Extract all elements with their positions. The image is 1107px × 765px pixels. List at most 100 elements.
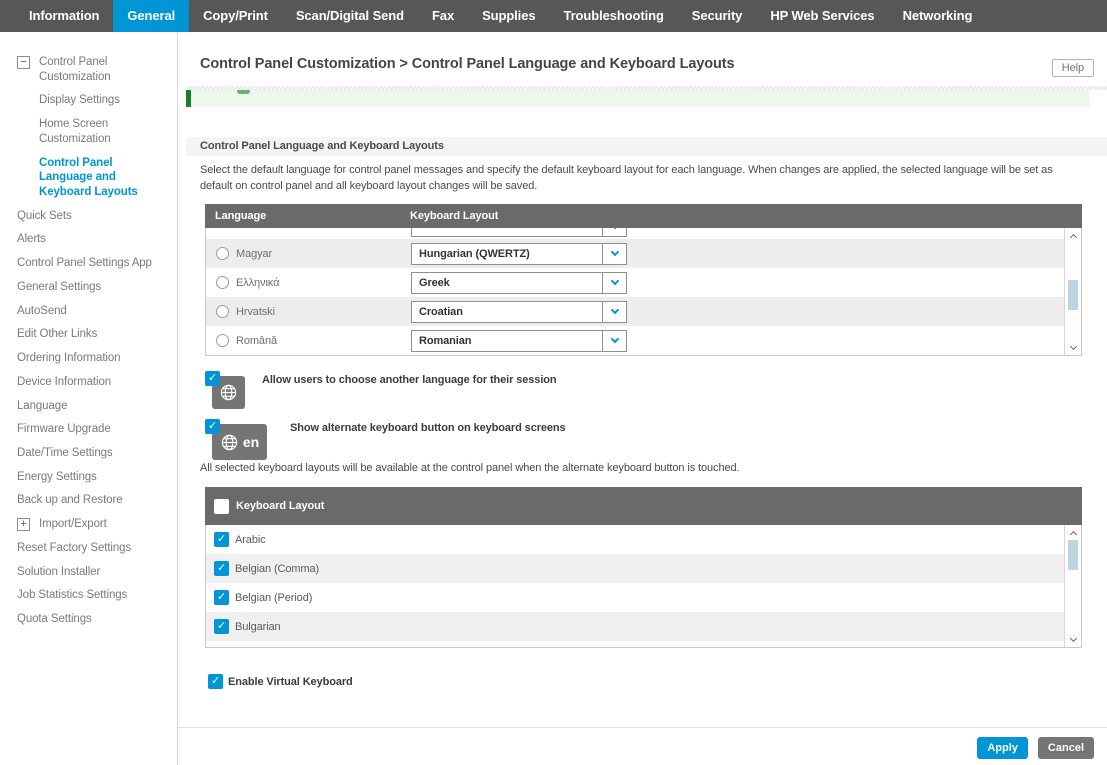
check-icon: ✓ — [208, 372, 217, 384]
sidebar-item[interactable]: Control Panel Settings App — [0, 256, 177, 271]
language-table-header: Language Keyboard Layout — [205, 204, 1082, 228]
language-radio[interactable] — [216, 276, 229, 289]
nav-tab[interactable]: Security — [678, 0, 757, 32]
sidebar-item[interactable]: − Control Panel Customization — [0, 55, 177, 84]
scroll-up-button[interactable] — [1065, 526, 1081, 539]
sidebar-item-label: Firmware Upgrade — [17, 423, 111, 435]
keyboard-layout-select[interactable]: Greek — [411, 272, 627, 294]
nav-tab[interactable]: Supplies — [468, 0, 549, 32]
nav-tab[interactable]: Fax — [418, 0, 468, 32]
sidebar-item[interactable]: + Import/Export — [0, 517, 177, 532]
breadcrumb: Control Panel Customization > Control Pa… — [200, 56, 735, 72]
chevron-down-icon — [610, 306, 618, 314]
footer-buttons: Apply Cancel — [977, 737, 1094, 759]
keyboard-layout-checkbox[interactable]: ✓ — [214, 561, 229, 576]
scrollbar-thumb[interactable] — [1068, 540, 1078, 570]
expander-icon[interactable]: − — [17, 56, 30, 69]
alternate-keyboard-label: Show alternate keyboard button on keyboa… — [290, 422, 566, 434]
clipped-keyboard-layout-select[interactable] — [411, 228, 627, 237]
language-radio[interactable] — [216, 247, 229, 260]
sidebar-item-label: Quick Sets — [17, 210, 72, 222]
language-radio[interactable] — [216, 334, 229, 347]
sidebar-item[interactable]: Back up and Restore — [0, 493, 177, 508]
check-icon: ✓ — [217, 562, 226, 574]
clipped-row — [206, 228, 1081, 239]
keyboard-layout-select[interactable]: Hungarian (QWERTZ) — [411, 243, 627, 265]
nav-tab[interactable]: Scan/Digital Send — [282, 0, 418, 32]
scroll-down-button[interactable] — [1065, 341, 1081, 354]
enable-virtual-keyboard-checkbox[interactable]: ✓ — [208, 674, 223, 689]
sidebar-item-label: Alerts — [17, 233, 46, 245]
nav-tab[interactable]: Copy/Print — [189, 0, 282, 32]
sidebar-item[interactable]: Quick Sets — [0, 209, 177, 224]
sidebar-item[interactable]: Alerts — [0, 232, 177, 247]
nav-tab[interactable]: Troubleshooting — [549, 0, 677, 32]
check-icon: ✓ — [217, 533, 226, 545]
language-table-scrollbar[interactable] — [1064, 228, 1081, 355]
sidebar-item-label: Language — [17, 400, 67, 412]
sidebar-item[interactable]: AutoSend — [0, 304, 177, 319]
sidebar-item[interactable]: Date/Time Settings — [0, 446, 177, 461]
sidebar-item[interactable]: Edit Other Links — [0, 327, 177, 342]
nav-tab[interactable]: HP Web Services — [756, 0, 888, 32]
chevron-down-icon — [610, 335, 618, 343]
allow-language-checkbox[interactable]: ✓ — [205, 371, 220, 386]
scrollbar-thumb[interactable] — [1068, 280, 1078, 310]
nav-tab-label: Information — [29, 8, 99, 23]
keyboard-layout-row: ✓ Bulgarian — [206, 612, 1081, 641]
allow-language-label: Allow users to choose another language f… — [262, 374, 557, 386]
nav-tab-label: Troubleshooting — [563, 8, 663, 23]
sidebar-item[interactable]: Control Panel Language and Keyboard Layo… — [0, 156, 177, 200]
hp-ews-page: Information General Copy/Print Scan/Digi… — [0, 0, 1107, 765]
check-icon: ✓ — [217, 591, 226, 603]
language-name: Ελληνικά — [236, 277, 279, 289]
keyboard-layout-checkbox[interactable]: ✓ — [214, 619, 229, 634]
enable-virtual-keyboard-label: Enable Virtual Keyboard — [228, 676, 353, 688]
sidebar-item[interactable]: Quota Settings — [0, 612, 177, 627]
sidebar-item-label: Ordering Information — [17, 352, 120, 364]
sidebar-item[interactable]: Display Settings — [0, 93, 177, 108]
language-radio[interactable] — [216, 305, 229, 318]
sidebar-item[interactable]: Home Screen Customization — [0, 117, 177, 146]
sidebar-item[interactable]: Language — [0, 399, 177, 414]
nav-tab-label: Networking — [903, 8, 973, 23]
sidebar-item[interactable]: Reset Factory Settings — [0, 541, 177, 556]
keyboard-layout-rows: ✓ Arabic ✓ Belgian (Comma) ✓ Belgian (Pe… — [206, 525, 1081, 641]
keyboard-layout-row: ✓ Arabic — [206, 525, 1081, 554]
globe-en-button[interactable]: en — [212, 424, 267, 460]
alternate-keyboard-checkbox[interactable]: ✓ — [205, 419, 220, 434]
nav-tab[interactable]: Networking — [889, 0, 987, 32]
keyboard-table-scrollbar[interactable] — [1064, 525, 1081, 647]
sidebar-item[interactable]: Firmware Upgrade — [0, 422, 177, 437]
sidebar-item[interactable]: Energy Settings — [0, 470, 177, 485]
language-name: Română — [236, 335, 277, 347]
language-name: Hrvatski — [236, 306, 275, 318]
scroll-up-button[interactable] — [1065, 229, 1081, 242]
sidebar-item-label: Reset Factory Settings — [17, 542, 131, 554]
sidebar-item-label: AutoSend — [17, 305, 67, 317]
keyboard-layout-checkbox[interactable]: ✓ — [214, 532, 229, 547]
language-row: Magyar Hungarian (QWERTZ) — [206, 239, 1081, 268]
expander-icon[interactable]: + — [17, 518, 30, 531]
scroll-down-button[interactable] — [1065, 633, 1081, 646]
help-button[interactable]: Help — [1052, 59, 1094, 77]
keyboard-layout-select[interactable]: Croatian — [411, 301, 627, 323]
keyboard-layout-table-body: ✓ Arabic ✓ Belgian (Comma) ✓ Belgian (Pe… — [205, 525, 1082, 648]
cancel-button[interactable]: Cancel — [1038, 737, 1094, 759]
sidebar-item[interactable]: Job Statistics Settings — [0, 588, 177, 603]
sidebar-item-label: General Settings — [17, 281, 101, 293]
nav-tab[interactable]: General — [113, 0, 189, 32]
sidebar-item[interactable]: Ordering Information — [0, 351, 177, 366]
sidebar-item-label: Control Panel Settings App — [17, 257, 152, 269]
keyboard-layout-column-header: Keyboard Layout — [410, 210, 498, 222]
select-all-checkbox[interactable] — [214, 499, 229, 514]
sidebar-item[interactable]: Device Information — [0, 375, 177, 390]
nav-tab-label: Supplies — [482, 8, 535, 23]
apply-button[interactable]: Apply — [977, 737, 1028, 759]
keyboard-layout-checkbox[interactable]: ✓ — [214, 590, 229, 605]
keyboard-layout-select[interactable]: Romanian — [411, 330, 627, 352]
nav-tab[interactable]: Information — [15, 0, 113, 32]
sidebar-item-label: Edit Other Links — [17, 328, 97, 340]
sidebar-item[interactable]: General Settings — [0, 280, 177, 295]
sidebar-item[interactable]: Solution Installer — [0, 565, 177, 580]
